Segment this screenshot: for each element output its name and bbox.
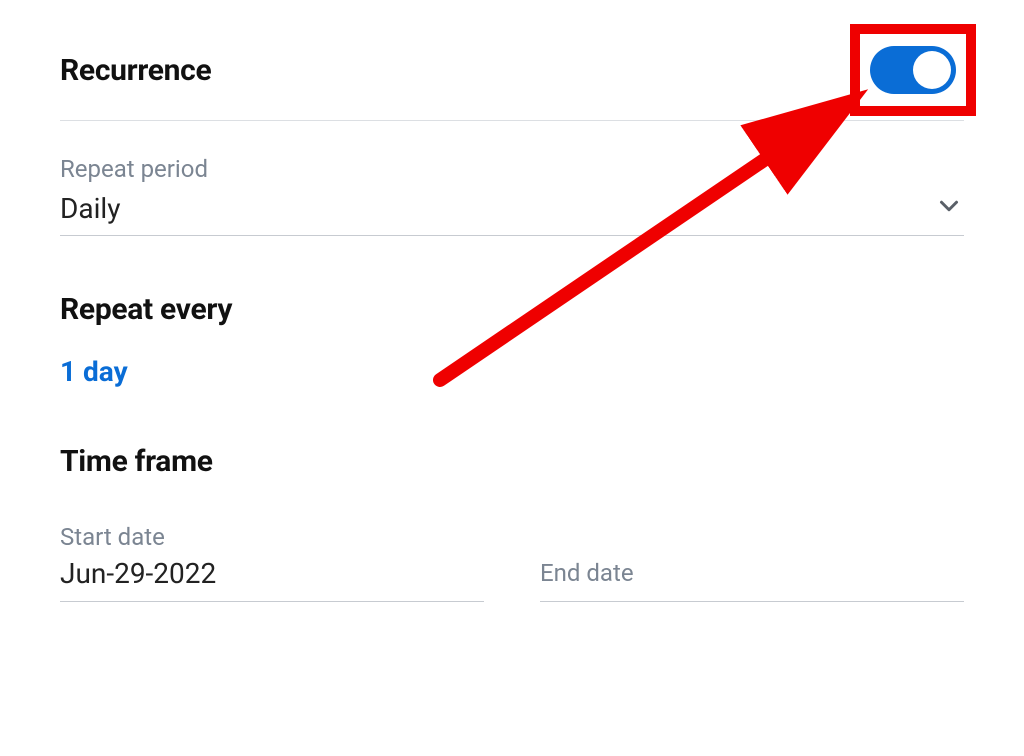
- repeat-period-field[interactable]: Repeat period Daily: [60, 155, 964, 236]
- end-date-field[interactable]: End date: [540, 523, 964, 602]
- repeat-every-title: Repeat every: [60, 292, 964, 327]
- recurrence-title: Recurrence: [60, 53, 211, 88]
- recurrence-header-row: Recurrence: [60, 38, 964, 121]
- start-date-field[interactable]: Start date Jun-29-2022: [60, 523, 484, 602]
- start-date-value: Jun-29-2022: [60, 557, 484, 591]
- time-frame-row: Start date Jun-29-2022 End date: [60, 523, 964, 602]
- recurrence-toggle[interactable]: [870, 46, 956, 94]
- repeat-period-label: Repeat period: [60, 155, 964, 183]
- end-date-label: End date: [540, 559, 634, 587]
- start-date-label: Start date: [60, 523, 484, 551]
- recurrence-toggle-wrap: [862, 38, 964, 102]
- toggle-knob: [913, 51, 951, 89]
- repeat-interval-link[interactable]: 1 day: [60, 355, 128, 388]
- repeat-period-value: Daily: [60, 192, 120, 225]
- time-frame-title: Time frame: [60, 444, 964, 479]
- chevron-down-icon: [934, 191, 964, 225]
